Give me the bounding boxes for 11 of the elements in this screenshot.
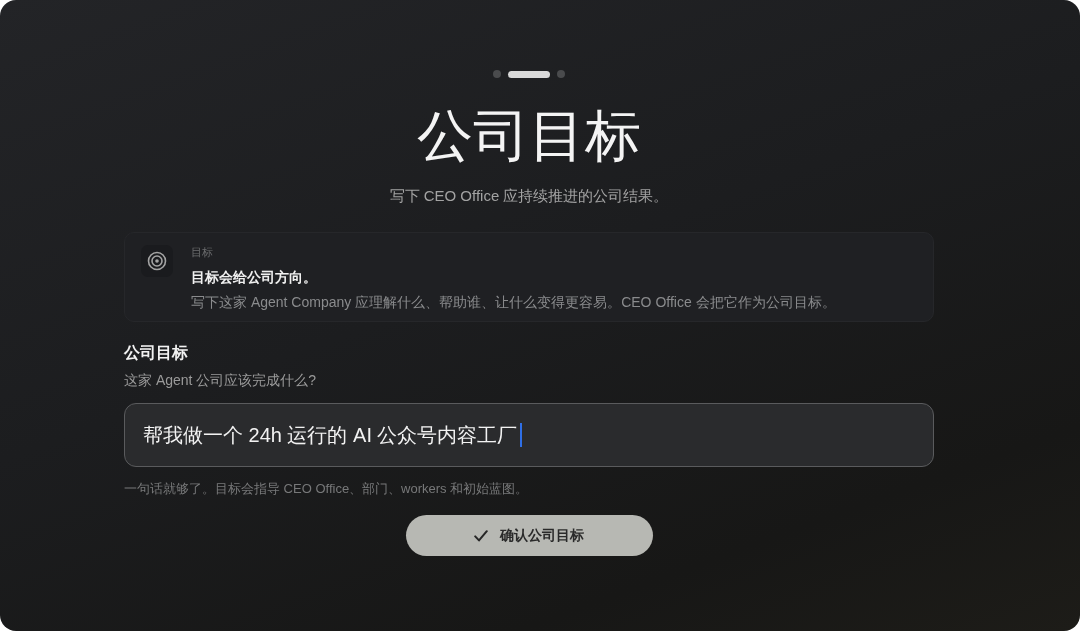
target-icon	[141, 245, 173, 277]
card-heading: 目标会给公司方向。	[191, 268, 317, 287]
check-icon	[474, 529, 488, 542]
page-title: 公司目标	[417, 102, 641, 169]
field-question: 这家 Agent 公司应该完成什么?	[124, 371, 317, 390]
field-label: 公司目标	[124, 343, 188, 363]
card-description: 写下这家 Agent Company 应理解什么、帮助谁、让什么变得更容易。CEO Office 会把它作为公司目标。	[191, 293, 836, 312]
card-eyebrow: 目标	[191, 245, 213, 259]
confirm-button[interactable]: 确认公司目标	[405, 515, 653, 556]
page-subtitle: 写下 CEO Office 应持续推进的公司结果。	[389, 186, 669, 206]
goal-input[interactable]: 帮我做一个 24h 运行的 AI 公众号内容工厂	[124, 403, 934, 467]
